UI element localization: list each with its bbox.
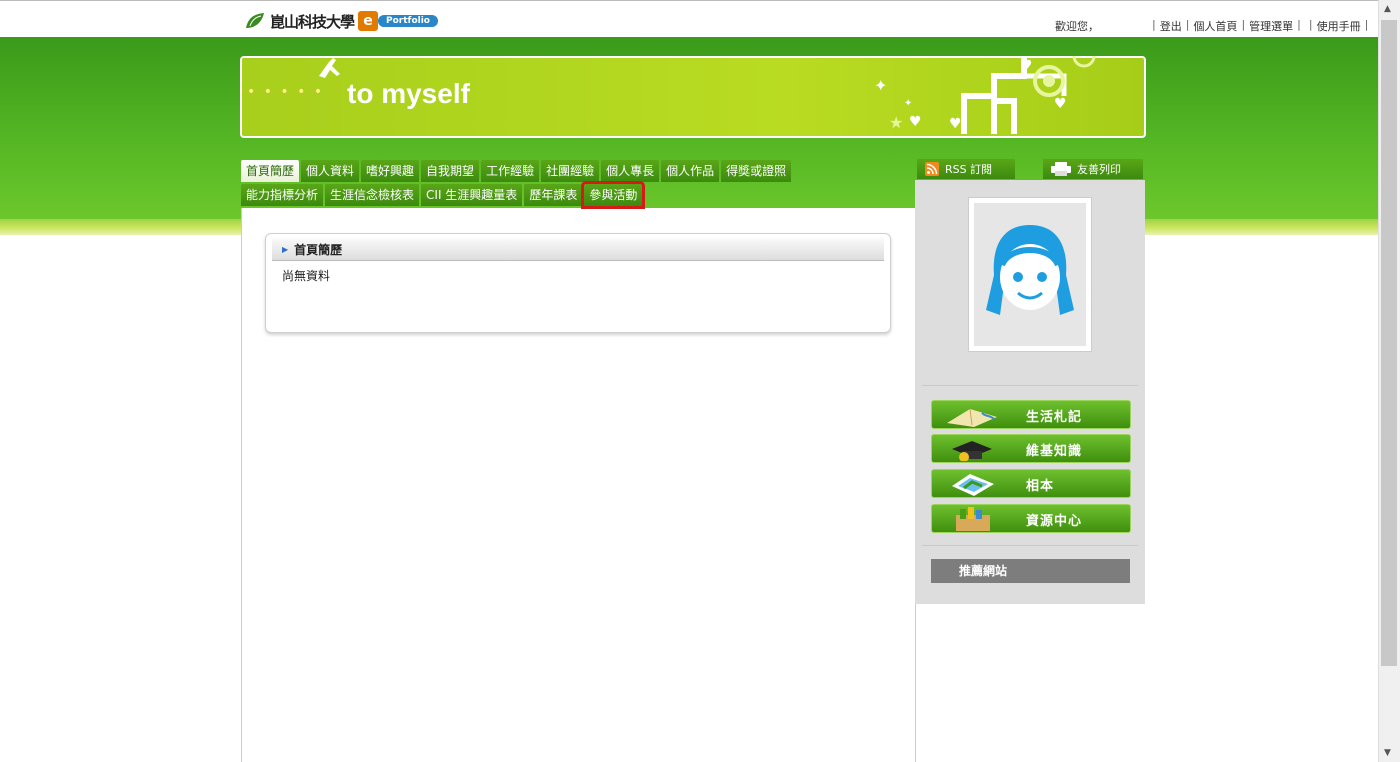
svg-text:✦: ✦ xyxy=(904,98,912,109)
photo-album-icon xyxy=(952,474,994,496)
printer-icon xyxy=(1051,162,1071,176)
admin-menu-link[interactable]: 管理選單 xyxy=(1249,18,1293,34)
welcome-text: 歡迎您， xyxy=(1055,20,1099,33)
logo-portfolio-pill: Portfolio xyxy=(378,15,438,27)
scroll-down-icon[interactable]: ▼ xyxy=(1384,748,1391,758)
tab-work-experience[interactable]: 工作經驗 xyxy=(481,160,540,182)
wiki-knowledge-button[interactable]: 維基知識 xyxy=(931,434,1131,463)
leaf-icon xyxy=(246,13,264,28)
tree-decoration-icon: ✦ ✦ ★ ♥ ♥ ♥ ♥ xyxy=(874,56,1096,134)
logo-text: 崑山科技大學 xyxy=(270,12,355,31)
tab-navigation: 首頁簡歷 個人資料 嗜好興趣 自我期望 工作經驗 社團經驗 個人專長 個人作品 … xyxy=(241,160,914,209)
panel-title: 首頁簡歷 xyxy=(294,242,343,257)
tab-club-experience[interactable]: 社團經驗 xyxy=(541,160,600,182)
book-icon xyxy=(947,408,997,427)
tab-career-belief[interactable]: 生涯信念檢核表 xyxy=(325,184,420,206)
print-label: 友善列印 xyxy=(1077,163,1121,176)
print-button[interactable]: 友善列印 xyxy=(1043,159,1143,179)
svg-text:♥: ♥ xyxy=(1020,58,1033,74)
resume-panel: ▶ 首頁簡歷 尚無資料 xyxy=(265,233,891,333)
album-button[interactable]: 相本 xyxy=(931,469,1131,498)
rss-icon xyxy=(925,162,939,176)
tab-course-history[interactable]: 歷年課表 xyxy=(524,184,583,206)
panel-header: ▶ 首頁簡歷 xyxy=(272,238,884,261)
scroll-thumb[interactable] xyxy=(1381,20,1397,666)
rss-label: RSS 訂閱 xyxy=(945,163,993,176)
graduation-cap-icon xyxy=(952,441,992,461)
girl-avatar-icon xyxy=(986,224,1074,315)
resource-center-button[interactable]: 資源中心 xyxy=(931,504,1131,533)
personal-home-link[interactable]: 個人首頁 xyxy=(1193,18,1237,34)
file-box-icon xyxy=(956,507,990,531)
tab-works[interactable]: 個人作品 xyxy=(661,160,720,182)
life-notes-label: 生活札記 xyxy=(1026,410,1083,425)
tab-activities[interactable]: 參與活動 xyxy=(581,181,646,209)
wiki-knowledge-label: 維基知識 xyxy=(1026,444,1083,459)
tab-hobbies[interactable]: 嗜好興趣 xyxy=(361,160,420,182)
svg-text:★: ★ xyxy=(889,113,903,132)
scroll-up-icon[interactable]: ▲ xyxy=(1384,4,1391,14)
resource-center-label: 資源中心 xyxy=(1026,514,1083,529)
vertical-scrollbar[interactable]: ▲ ▼ xyxy=(1378,0,1400,762)
arrow-right-icon: ▶ xyxy=(282,244,289,254)
plane-icon xyxy=(319,58,340,78)
tab-skills[interactable]: 個人專長 xyxy=(601,160,660,182)
divider xyxy=(922,545,1138,546)
dots-decoration: • • • • • xyxy=(247,84,325,100)
tab-ability-analysis[interactable]: 能力指標分析 xyxy=(241,184,324,206)
svg-text:♥: ♥ xyxy=(949,116,962,132)
recommended-sites-header: 推薦網站 xyxy=(931,559,1130,583)
tab-home-resume[interactable]: 首頁簡歷 xyxy=(241,160,300,182)
logo-e-icon: e xyxy=(358,11,379,31)
divider xyxy=(922,385,1138,386)
panel-body: 尚無資料 xyxy=(282,269,331,283)
banner: • • • • • to myself ✦ ✦ ★ ♥ ♥ ♥ ♥ xyxy=(240,56,1146,138)
tab-awards[interactable]: 得獎或證照 xyxy=(721,160,792,182)
rss-button[interactable]: RSS 訂閱 xyxy=(917,159,1015,179)
tab-row-2: 能力指標分析 生涯信念檢核表 CII 生涯興趣量表 歷年課表 參與活動 xyxy=(241,181,914,209)
svg-text:✦: ✦ xyxy=(874,76,887,95)
svg-text:♥: ♥ xyxy=(1054,96,1067,112)
top-bar: 崑山科技大學 e Portfolio 歡迎您， | 登出 | 個人首頁 | 管理… xyxy=(0,0,1378,38)
avatar xyxy=(968,197,1092,352)
tab-self-expectation[interactable]: 自我期望 xyxy=(421,160,480,182)
top-links: | 登出 | 個人首頁 | 管理選單 | | 使用手冊 | xyxy=(1152,18,1369,34)
life-notes-button[interactable]: 生活札記 xyxy=(931,400,1131,429)
tab-cii-interest[interactable]: CII 生涯興趣量表 xyxy=(421,184,523,206)
logout-link[interactable]: 登出 xyxy=(1160,18,1182,34)
banner-title: to myself xyxy=(347,78,470,109)
svg-text:♥: ♥ xyxy=(909,114,922,130)
user-manual-link[interactable]: 使用手冊 xyxy=(1317,18,1361,34)
tab-personal-info[interactable]: 個人資料 xyxy=(301,160,360,182)
tab-row-1: 首頁簡歷 個人資料 嗜好興趣 自我期望 工作經驗 社團經驗 個人專長 個人作品 … xyxy=(241,160,914,182)
site-logo[interactable]: 崑山科技大學 e Portfolio xyxy=(244,7,438,35)
album-label: 相本 xyxy=(1026,479,1055,494)
